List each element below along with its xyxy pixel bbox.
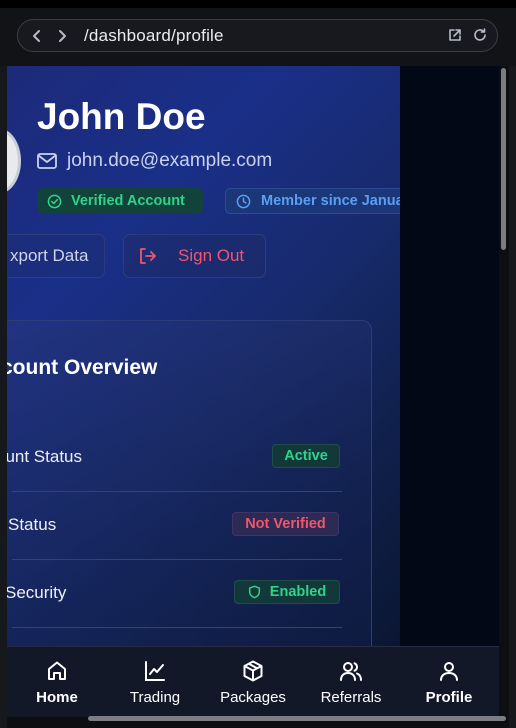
status-badge: Not Verified xyxy=(232,512,339,536)
card-title: count Overview xyxy=(7,356,158,379)
verified-badge: Verified Account xyxy=(37,188,203,214)
status-badge: Enabled xyxy=(234,580,340,604)
chart-icon xyxy=(145,661,165,681)
package-icon xyxy=(243,660,263,682)
nav-label: Trading xyxy=(129,689,181,706)
account-overview-card: count Overview ount Status Active Status… xyxy=(7,320,372,646)
vertical-scrollbar[interactable] xyxy=(499,66,509,716)
url-text[interactable]: /dashboard/profile xyxy=(84,26,224,46)
users-icon xyxy=(340,662,362,681)
external-link-icon xyxy=(449,29,461,41)
profile-email: john.doe@example.com xyxy=(67,150,273,171)
browser-toolbar: /dashboard/profile xyxy=(0,8,516,66)
shield-icon xyxy=(248,585,260,599)
member-since-label: Member since January 15, 2024 xyxy=(261,193,400,209)
nav-packages[interactable]: Packages xyxy=(205,647,301,717)
reload-button[interactable] xyxy=(472,27,488,43)
check-circle-icon xyxy=(47,194,62,208)
export-data-label: xport Data xyxy=(10,246,89,265)
status-badge-label: Enabled xyxy=(269,584,327,600)
sign-out-button[interactable]: Sign Out xyxy=(123,234,266,278)
page-side-panel xyxy=(400,66,499,646)
member-since-badge: Member since January 15, 2024 xyxy=(225,188,400,214)
window-top-border xyxy=(0,0,516,8)
back-button[interactable] xyxy=(27,26,47,46)
reload-icon xyxy=(474,28,486,41)
forward-button[interactable] xyxy=(52,26,72,46)
nav-home[interactable]: Home xyxy=(9,647,105,717)
row-label: Security xyxy=(7,583,67,602)
nav-label: Packages xyxy=(220,689,286,706)
export-data-button[interactable]: xport Data xyxy=(7,234,105,278)
nav-label: Referrals xyxy=(320,689,382,706)
horizontal-scrollbar-thumb[interactable] xyxy=(88,716,506,721)
nav-label: Home xyxy=(36,689,78,706)
nav-referrals[interactable]: Referrals xyxy=(303,647,399,717)
chevron-right-icon xyxy=(59,30,66,42)
logout-icon xyxy=(140,248,156,264)
user-icon xyxy=(440,662,458,681)
chevron-left-icon xyxy=(33,30,40,42)
profile-page: John Doe john.doe@example.com Verified A… xyxy=(7,66,400,646)
verified-badge-label: Verified Account xyxy=(71,193,185,209)
overview-row: ount Status Active xyxy=(7,424,342,492)
profile-name: John Doe xyxy=(37,96,206,137)
window-left-edge xyxy=(0,66,7,728)
status-badge: Active xyxy=(272,444,340,468)
bottom-navigation: Home Trading Packages Referrals Profile xyxy=(7,646,499,717)
sign-out-label: Sign Out xyxy=(178,246,245,265)
email-row: john.doe@example.com xyxy=(37,150,272,172)
window-right-edge xyxy=(509,66,516,728)
clock-icon xyxy=(236,194,251,208)
row-label: Status xyxy=(8,515,57,534)
home-icon xyxy=(48,661,66,680)
row-label: ount Status xyxy=(7,447,83,466)
nav-trading[interactable]: Trading xyxy=(107,647,203,717)
scrollbar-thumb[interactable] xyxy=(501,68,506,250)
mail-icon xyxy=(37,153,57,169)
address-bar[interactable]: /dashboard/profile xyxy=(17,19,498,52)
nav-label: Profile xyxy=(425,689,473,706)
avatar[interactable] xyxy=(7,128,21,194)
open-external-button[interactable] xyxy=(447,27,463,43)
overview-row: Status Not Verified xyxy=(7,492,342,560)
nav-profile[interactable]: Profile xyxy=(401,647,497,717)
overview-row: Security Enabled xyxy=(7,560,342,628)
divider xyxy=(12,627,342,628)
